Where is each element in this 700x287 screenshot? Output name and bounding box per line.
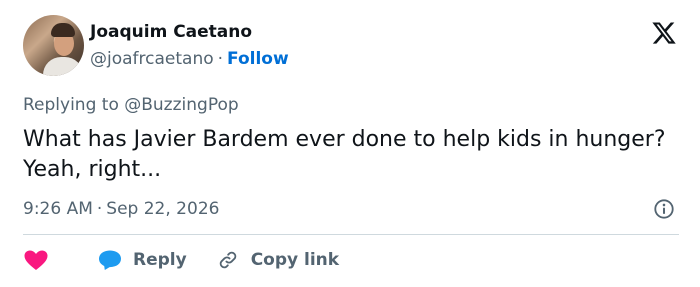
x-logo-icon[interactable]: [651, 20, 677, 46]
follow-button[interactable]: Follow: [227, 49, 289, 69]
replying-prefix: Replying to: [23, 95, 119, 115]
author-handle[interactable]: @joafrcaetano: [90, 49, 214, 69]
avatar[interactable]: [23, 15, 84, 76]
heart-icon[interactable]: [23, 249, 49, 271]
replying-to: Replying to @BuzzingPop: [23, 95, 239, 115]
action-bar: Reply Copy link: [23, 249, 339, 271]
copy-link-button[interactable]: Copy link: [187, 249, 339, 271]
copy-link-label: Copy link: [250, 250, 340, 270]
avatar-shirt: [43, 57, 83, 76]
reply-bubble-icon: [99, 250, 121, 270]
link-icon: [219, 251, 236, 269]
tweet-date[interactable]: Sep 22, 2026: [106, 199, 219, 219]
avatar-hair: [51, 23, 75, 37]
replying-mention[interactable]: @BuzzingPop: [124, 95, 238, 115]
reply-button[interactable]: Reply: [97, 249, 187, 271]
meta-separator: ·: [96, 199, 103, 219]
info-icon[interactable]: [653, 198, 675, 220]
handle-separator: ·: [217, 49, 224, 69]
author-handle-line: @joafrcaetano · Follow: [90, 49, 289, 69]
divider: [23, 234, 679, 235]
tweet-time[interactable]: 9:26 AM: [23, 199, 93, 219]
reply-label: Reply: [133, 250, 187, 270]
tweet-text: What has Javier Bardem ever done to help…: [23, 127, 666, 182]
author-name[interactable]: Joaquim Caetano: [90, 22, 252, 42]
tweet-meta: 9:26 AM · Sep 22, 2026: [23, 199, 219, 219]
